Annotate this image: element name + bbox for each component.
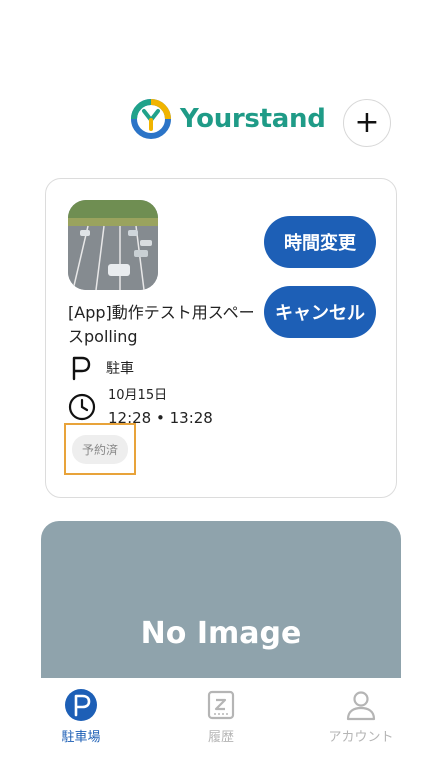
brand-name: Yourstand (180, 104, 326, 134)
bottom-tab-bar: 駐車場 履歴 アカウント (0, 678, 440, 784)
reservation-date: 10月15日 (108, 388, 168, 403)
status-highlight: 予約済 (64, 423, 136, 475)
parking-type-row: 駐車 (68, 355, 134, 381)
reservation-card[interactable]: 時間変更 キャンセル [App]動作テスト用スペースpolling 駐車 10月… (45, 178, 397, 498)
space-thumbnail (68, 200, 158, 290)
tab-history[interactable]: 履歴 (161, 688, 281, 745)
add-button[interactable]: + (343, 99, 391, 147)
parking-lot-photo (68, 200, 158, 290)
status-badge: 予約済 (71, 434, 128, 464)
history-icon (207, 690, 235, 720)
app-header: Yourstand + (0, 90, 440, 154)
cancel-button[interactable]: キャンセル (264, 286, 376, 338)
clock-icon (68, 393, 96, 421)
no-image-label: No Image (140, 616, 302, 651)
tab-history-label: 履歴 (207, 730, 234, 745)
brand-logo: Yourstand (130, 98, 326, 140)
tab-parking-label: 駐車場 (61, 730, 101, 745)
tab-parking[interactable]: 駐車場 (21, 688, 141, 745)
parking-icon (72, 356, 91, 381)
parking-icon (65, 689, 97, 721)
parking-type-label: 駐車 (106, 361, 134, 377)
space-name: [App]動作テスト用スペースpolling (68, 303, 255, 346)
account-icon (346, 691, 376, 721)
change-time-button[interactable]: 時間変更 (264, 216, 376, 268)
tab-account[interactable]: アカウント (301, 688, 421, 745)
yourstand-logo-icon (131, 99, 171, 139)
tab-account-label: アカウント (328, 730, 394, 745)
